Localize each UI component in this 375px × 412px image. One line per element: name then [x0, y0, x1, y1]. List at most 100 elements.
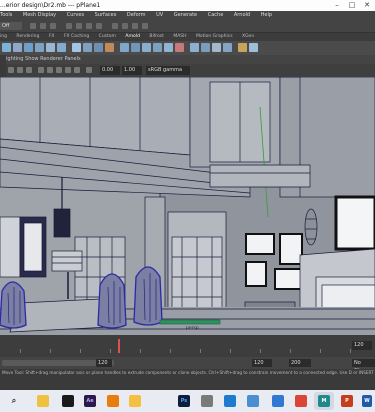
- app-icon[interactable]: [247, 395, 259, 407]
- menu-help[interactable]: Help: [261, 12, 272, 18]
- select-by-component-icon[interactable]: [50, 23, 56, 29]
- bookmark-icon[interactable]: [26, 67, 32, 73]
- snap-curve-icon[interactable]: [76, 23, 82, 29]
- cylinder-icon[interactable]: [24, 43, 33, 52]
- menu-tools[interactable]: Tools: [0, 12, 12, 18]
- main-menubar: Tools Mesh Display Curves Surfaces Defor…: [0, 11, 375, 20]
- separate-icon[interactable]: [83, 43, 92, 52]
- range-end-field[interactable]: 120: [96, 359, 112, 367]
- chrome-icon[interactable]: [295, 395, 307, 407]
- tab-xgen[interactable]: XGen: [242, 34, 254, 39]
- color-space-select[interactable]: sRGB gamma: [146, 66, 190, 75]
- tab-fx-caching[interactable]: FX Caching: [64, 34, 89, 39]
- mirror-icon[interactable]: [238, 43, 247, 52]
- lighting-icon[interactable]: [74, 67, 80, 73]
- panel-menu[interactable]: ighting Show Renderer Panels: [6, 55, 81, 64]
- help-line: Move Tool: Shift+drag manipulator axis o…: [0, 369, 375, 390]
- gamma-field[interactable]: 1.00: [122, 66, 142, 75]
- menu-curves[interactable]: Curves: [67, 12, 84, 18]
- tab-custom[interactable]: Custom: [99, 34, 116, 39]
- arnold-icon[interactable]: [62, 395, 74, 407]
- taskbar: ⌕ Ae Ps M P W: [0, 390, 375, 412]
- viewport[interactable]: persp: [0, 77, 375, 335]
- close-button[interactable]: ✕: [361, 0, 373, 11]
- window-titlebar: ...erior design\Dr2.mb --- pPlane1 – □ ✕: [0, 0, 375, 11]
- character-set-select[interactable]: No Chara: [352, 359, 375, 374]
- plane-icon[interactable]: [46, 43, 55, 52]
- snap-grid-icon[interactable]: [66, 23, 72, 29]
- tab-arnold[interactable]: Arnold: [125, 34, 140, 39]
- bevel-icon[interactable]: [131, 43, 140, 52]
- snap-point-icon[interactable]: [86, 23, 92, 29]
- snap-view-plane-icon[interactable]: [96, 23, 102, 29]
- delete-edge-icon[interactable]: [175, 43, 184, 52]
- maya-icon[interactable]: M: [318, 395, 330, 407]
- menu-uv[interactable]: UV: [156, 12, 163, 18]
- render-icon[interactable]: [122, 23, 128, 29]
- tab-modeling[interactable]: ing: [0, 34, 7, 39]
- history-icon[interactable]: [112, 23, 118, 29]
- isolate-select-icon[interactable]: [86, 67, 92, 73]
- wireframe-icon[interactable]: [47, 67, 53, 73]
- bridge-icon[interactable]: [142, 43, 151, 52]
- tab-fx[interactable]: FX: [49, 34, 55, 39]
- panel-tools: 0.00 1.00 sRGB gamma: [6, 64, 375, 77]
- menu-generate[interactable]: Generate: [174, 12, 197, 18]
- playback-end-field[interactable]: 200: [289, 359, 311, 367]
- camera-attributes-icon[interactable]: [17, 67, 23, 73]
- tab-motion-graphics[interactable]: Motion Graphics: [196, 34, 233, 39]
- cube-icon[interactable]: [13, 43, 22, 52]
- ae-icon[interactable]: Ae: [84, 395, 96, 407]
- extrude-icon[interactable]: [120, 43, 129, 52]
- current-frame-field[interactable]: 120: [352, 341, 372, 350]
- tab-rendering[interactable]: Rendering: [16, 34, 39, 39]
- animation-end-field[interactable]: 120: [252, 359, 272, 367]
- render-settings-icon[interactable]: [142, 23, 148, 29]
- grid-icon[interactable]: [38, 67, 44, 73]
- smooth-icon[interactable]: [94, 43, 103, 52]
- ipr-render-icon[interactable]: [132, 23, 138, 29]
- menu-cache[interactable]: Cache: [208, 12, 224, 18]
- append-icon[interactable]: [153, 43, 162, 52]
- current-frame-marker[interactable]: [118, 339, 120, 353]
- tab-mash[interactable]: MASH: [173, 34, 186, 39]
- search-icon[interactable]: ⌕: [8, 395, 20, 407]
- uv-editor-icon[interactable]: [223, 43, 232, 52]
- select-by-object-icon[interactable]: [40, 23, 46, 29]
- minimize-button[interactable]: –: [331, 0, 343, 11]
- quad-draw-icon[interactable]: [249, 43, 258, 52]
- settings-icon[interactable]: [201, 395, 213, 407]
- combine-icon[interactable]: [72, 43, 81, 52]
- boolean-icon[interactable]: [105, 43, 114, 52]
- multi-cut-icon[interactable]: [190, 43, 199, 52]
- menu-mesh-display[interactable]: Mesh Display: [23, 12, 56, 18]
- torus-icon[interactable]: [57, 43, 66, 52]
- blender-icon[interactable]: [107, 395, 119, 407]
- target-weld-icon[interactable]: [201, 43, 210, 52]
- explorer2-icon[interactable]: [129, 395, 141, 407]
- shelf: [0, 41, 375, 56]
- cone-icon[interactable]: [35, 43, 44, 52]
- dev-icon[interactable]: [272, 395, 284, 407]
- powerpoint-icon[interactable]: P: [341, 395, 353, 407]
- smooth-shade-icon[interactable]: [56, 67, 62, 73]
- help-line-text: Move Tool: Shift+drag manipulator axis o…: [2, 370, 375, 375]
- edge-loop-icon[interactable]: [212, 43, 221, 52]
- maximize-button[interactable]: □: [346, 0, 358, 11]
- sphere-icon[interactable]: [2, 43, 11, 52]
- menu-set-selector[interactable]: Off: [0, 22, 22, 30]
- photoshop-icon[interactable]: Ps: [178, 395, 190, 407]
- edge-icon[interactable]: [224, 395, 236, 407]
- menu-deform[interactable]: Deform: [127, 12, 146, 18]
- menu-surfaces[interactable]: Surfaces: [95, 12, 117, 18]
- tab-bifrost[interactable]: Bifrost: [149, 34, 164, 39]
- select-by-hierarchy-icon[interactable]: [30, 23, 36, 29]
- explorer-icon[interactable]: [37, 395, 49, 407]
- time-slider[interactable]: 120: [0, 335, 375, 357]
- textured-icon[interactable]: [65, 67, 71, 73]
- word-icon[interactable]: W: [362, 395, 372, 407]
- exposure-field[interactable]: 0.00: [100, 66, 120, 75]
- fill-hole-icon[interactable]: [164, 43, 173, 52]
- menu-arnold[interactable]: Arnold: [234, 12, 250, 18]
- camera-icon[interactable]: [8, 67, 14, 73]
